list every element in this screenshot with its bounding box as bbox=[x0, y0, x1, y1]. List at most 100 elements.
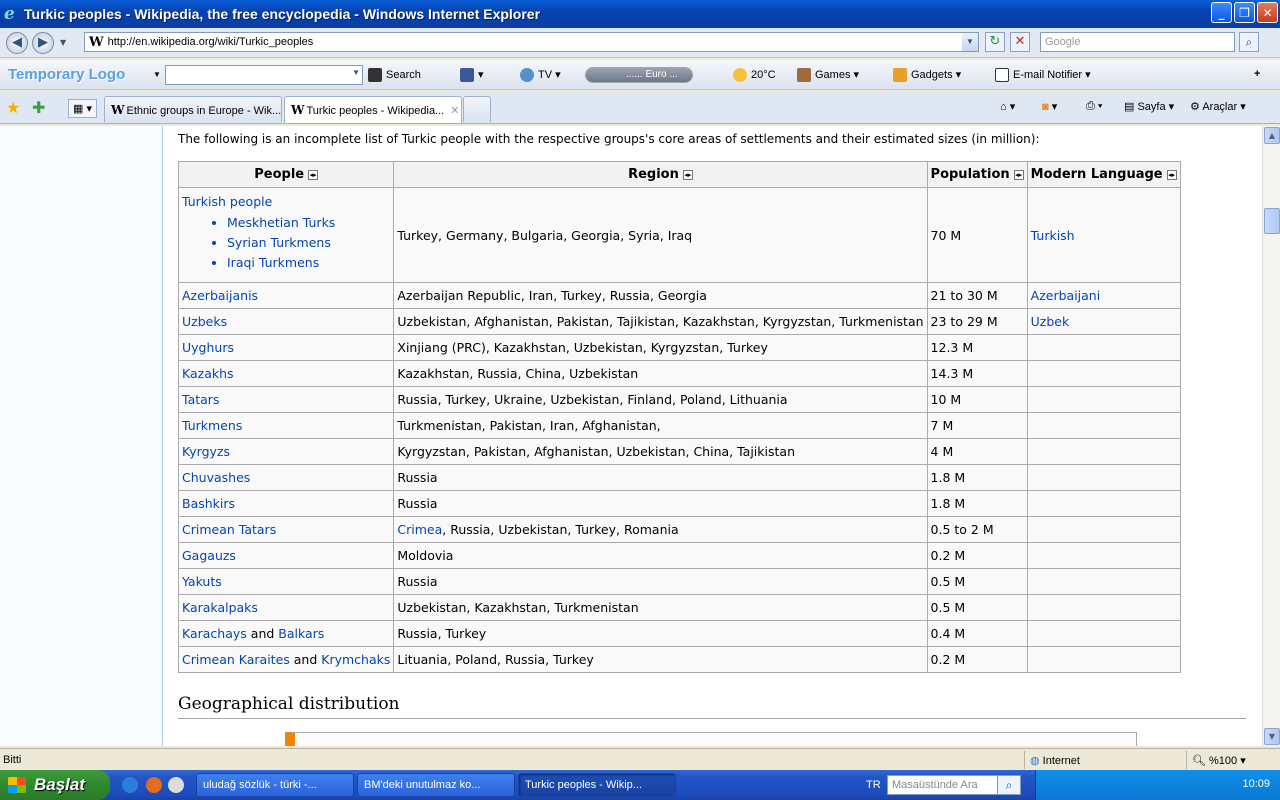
cell-region: Russia bbox=[393, 490, 928, 517]
people-link[interactable]: Karachays bbox=[182, 626, 247, 641]
header-region[interactable]: Region ◂▸ bbox=[393, 161, 928, 188]
cell-language: Azerbaijani bbox=[1026, 282, 1181, 309]
scroll-up-icon[interactable]: ▲ bbox=[1264, 127, 1280, 144]
language-link[interactable]: Turkish bbox=[1031, 228, 1075, 243]
stop-button[interactable]: ✕ bbox=[1010, 32, 1030, 52]
favorites-star-icon[interactable]: ★ bbox=[6, 98, 20, 117]
sort-icon[interactable]: ◂▸ bbox=[1166, 169, 1177, 180]
people-link[interactable]: Kazakhs bbox=[182, 366, 234, 381]
search-button[interactable]: ⌕ bbox=[1239, 32, 1259, 52]
page-menu[interactable]: ▤ Sayfa ▾ bbox=[1124, 100, 1174, 113]
task-turkic-peoples[interactable]: Turkic peoples - Wikip... bbox=[518, 773, 676, 797]
scroll-down-icon[interactable]: ▼ bbox=[1264, 728, 1280, 745]
cell-region: Kazakhstan, Russia, China, Uzbekistan bbox=[393, 360, 928, 387]
header-modern-language[interactable]: Modern Language ◂▸ bbox=[1026, 161, 1181, 188]
new-tab-button[interactable] bbox=[463, 96, 491, 122]
task-uludag[interactable]: uludağ sözlük - türki -... bbox=[196, 773, 354, 797]
forward-button[interactable]: ▶ bbox=[32, 32, 54, 54]
sort-icon[interactable]: ◂▸ bbox=[1013, 169, 1024, 180]
refresh-button[interactable]: ↻ bbox=[985, 32, 1005, 52]
header-people[interactable]: People ◂▸ bbox=[177, 161, 395, 188]
tools-menu[interactable]: ⚙ Araçlar ▾ bbox=[1190, 100, 1246, 113]
facebook-button[interactable]: ▾ bbox=[460, 68, 484, 83]
tab-turkic-peoples[interactable]: W Turkic peoples - Wikipedia... ✕ bbox=[284, 96, 462, 123]
toolbar-search-dropdown-icon[interactable]: ▼ bbox=[352, 68, 360, 77]
clock[interactable]: 10:09 bbox=[1242, 778, 1270, 790]
toolbar-add-icon[interactable]: + bbox=[1254, 68, 1260, 80]
people-link[interactable]: Krymchaks bbox=[321, 652, 390, 667]
email-notifier-button[interactable]: E-mail Notifier ▾ bbox=[995, 68, 1091, 83]
maximize-button[interactable]: ❐ bbox=[1234, 2, 1255, 23]
tv-button[interactable]: TV ▾ bbox=[520, 68, 561, 83]
people-link[interactable]: Balkars bbox=[278, 626, 324, 641]
close-button[interactable]: ✕ bbox=[1257, 2, 1278, 23]
language-link[interactable]: Uzbek bbox=[1031, 314, 1070, 329]
people-link[interactable]: Chuvashes bbox=[182, 470, 250, 485]
language-link[interactable]: Azerbaijani bbox=[1031, 288, 1101, 303]
cell-people: Gagauzs bbox=[177, 542, 395, 569]
add-favorites-icon[interactable]: ✚ bbox=[32, 98, 45, 117]
header-population[interactable]: Population ◂▸ bbox=[926, 161, 1028, 188]
start-button[interactable]: Başlat bbox=[0, 770, 110, 800]
cell-language bbox=[1026, 542, 1181, 569]
people-link[interactable]: Turkmens bbox=[182, 418, 242, 433]
subgroup-link[interactable]: Meskhetian Turks bbox=[227, 215, 335, 230]
language-indicator[interactable]: TR bbox=[866, 779, 881, 791]
people-link[interactable]: Kyrgyzs bbox=[182, 444, 230, 459]
toolbar-search-button[interactable]: Search bbox=[368, 68, 421, 82]
task-bm[interactable]: BM'deki unutulmaz ko... bbox=[357, 773, 515, 797]
cell-people: Turkish people Meskhetian Turks Syrian T… bbox=[177, 187, 395, 283]
back-button[interactable]: ◀ bbox=[6, 32, 28, 54]
people-link[interactable]: Tatars bbox=[182, 392, 219, 407]
logo-dropdown-icon[interactable]: ▼ bbox=[153, 70, 161, 79]
games-button[interactable]: Games ▾ bbox=[797, 68, 859, 83]
vertical-scrollbar[interactable]: ▲ ▼ bbox=[1262, 126, 1280, 746]
toolbar-search-label: Search bbox=[386, 68, 421, 81]
task-label: BM'deki unutulmaz ko... bbox=[364, 779, 481, 791]
sort-icon[interactable]: ◂▸ bbox=[682, 169, 693, 180]
url-dropdown-icon[interactable]: ▼ bbox=[962, 33, 978, 51]
people-link[interactable]: Karakalpaks bbox=[182, 600, 258, 615]
cell-region: Russia, Turkey bbox=[393, 620, 928, 647]
feeds-icon[interactable]: ◙ ▾ bbox=[1042, 100, 1057, 113]
weather-widget[interactable]: 20°C bbox=[733, 68, 776, 82]
cell-language bbox=[1026, 360, 1181, 387]
search-input[interactable]: Google bbox=[1040, 32, 1235, 52]
gadgets-button[interactable]: Gadgets ▾ bbox=[893, 68, 961, 83]
people-link[interactable]: Gagauzs bbox=[182, 548, 236, 563]
quick-tabs-icon[interactable]: ▦ ▾ bbox=[68, 99, 97, 118]
toolbar-logo[interactable]: Temporary Logo bbox=[8, 66, 125, 83]
globe-icon: ◍ bbox=[1030, 755, 1040, 767]
desktop-search-button[interactable]: ⌕ bbox=[997, 775, 1021, 795]
subgroup-link[interactable]: Iraqi Turkmens bbox=[227, 255, 319, 270]
table-row: Kazakhs Kazakhstan, Russia, China, Uzbeki… bbox=[177, 360, 1181, 387]
media-quicklaunch-icon[interactable] bbox=[168, 777, 184, 793]
toolbar-search-input[interactable]: ▼ bbox=[165, 65, 363, 85]
security-zone[interactable]: ◍ Internet bbox=[1030, 754, 1080, 767]
people-link[interactable]: Crimean Tatars bbox=[182, 522, 276, 537]
cell-people: Karakalpaks bbox=[177, 594, 395, 621]
scroll-thumb[interactable] bbox=[1264, 208, 1280, 234]
home-button[interactable]: ⌂ ▾ bbox=[1000, 100, 1015, 113]
zoom-control[interactable]: 🔍︎ %100 ▾ bbox=[1192, 754, 1246, 767]
window-title: Turkic peoples - Wikipedia, the free enc… bbox=[24, 6, 541, 22]
radio-player[interactable]: ...... Euro ... bbox=[585, 67, 693, 83]
close-tab-icon[interactable]: ✕ bbox=[450, 105, 459, 117]
people-link[interactable]: Turkish people bbox=[182, 194, 272, 209]
subgroup-link[interactable]: Syrian Turkmens bbox=[227, 235, 331, 250]
people-link[interactable]: Uyghurs bbox=[182, 340, 234, 355]
people-link[interactable]: Yakuts bbox=[182, 574, 222, 589]
url-field[interactable]: W http://en.wikipedia.org/wiki/Turkic_pe… bbox=[84, 32, 979, 52]
minimize-button[interactable]: _ bbox=[1211, 2, 1232, 23]
sort-icon[interactable]: ◂▸ bbox=[308, 169, 319, 180]
print-button[interactable]: ⎙ ▾ bbox=[1086, 100, 1102, 113]
tab-ethnic-groups[interactable]: W Ethnic groups in Europe - Wik... bbox=[104, 96, 282, 122]
people-link[interactable]: Bashkirs bbox=[182, 496, 235, 511]
people-link[interactable]: Azerbaijanis bbox=[182, 288, 258, 303]
ie-quicklaunch-icon[interactable] bbox=[122, 777, 138, 793]
region-link[interactable]: Crimea bbox=[397, 522, 442, 537]
history-dropdown-icon[interactable]: ▼ bbox=[60, 38, 66, 47]
people-link[interactable]: Crimean Karaites bbox=[182, 652, 290, 667]
people-link[interactable]: Uzbeks bbox=[182, 314, 227, 329]
firefox-quicklaunch-icon[interactable] bbox=[146, 777, 162, 793]
